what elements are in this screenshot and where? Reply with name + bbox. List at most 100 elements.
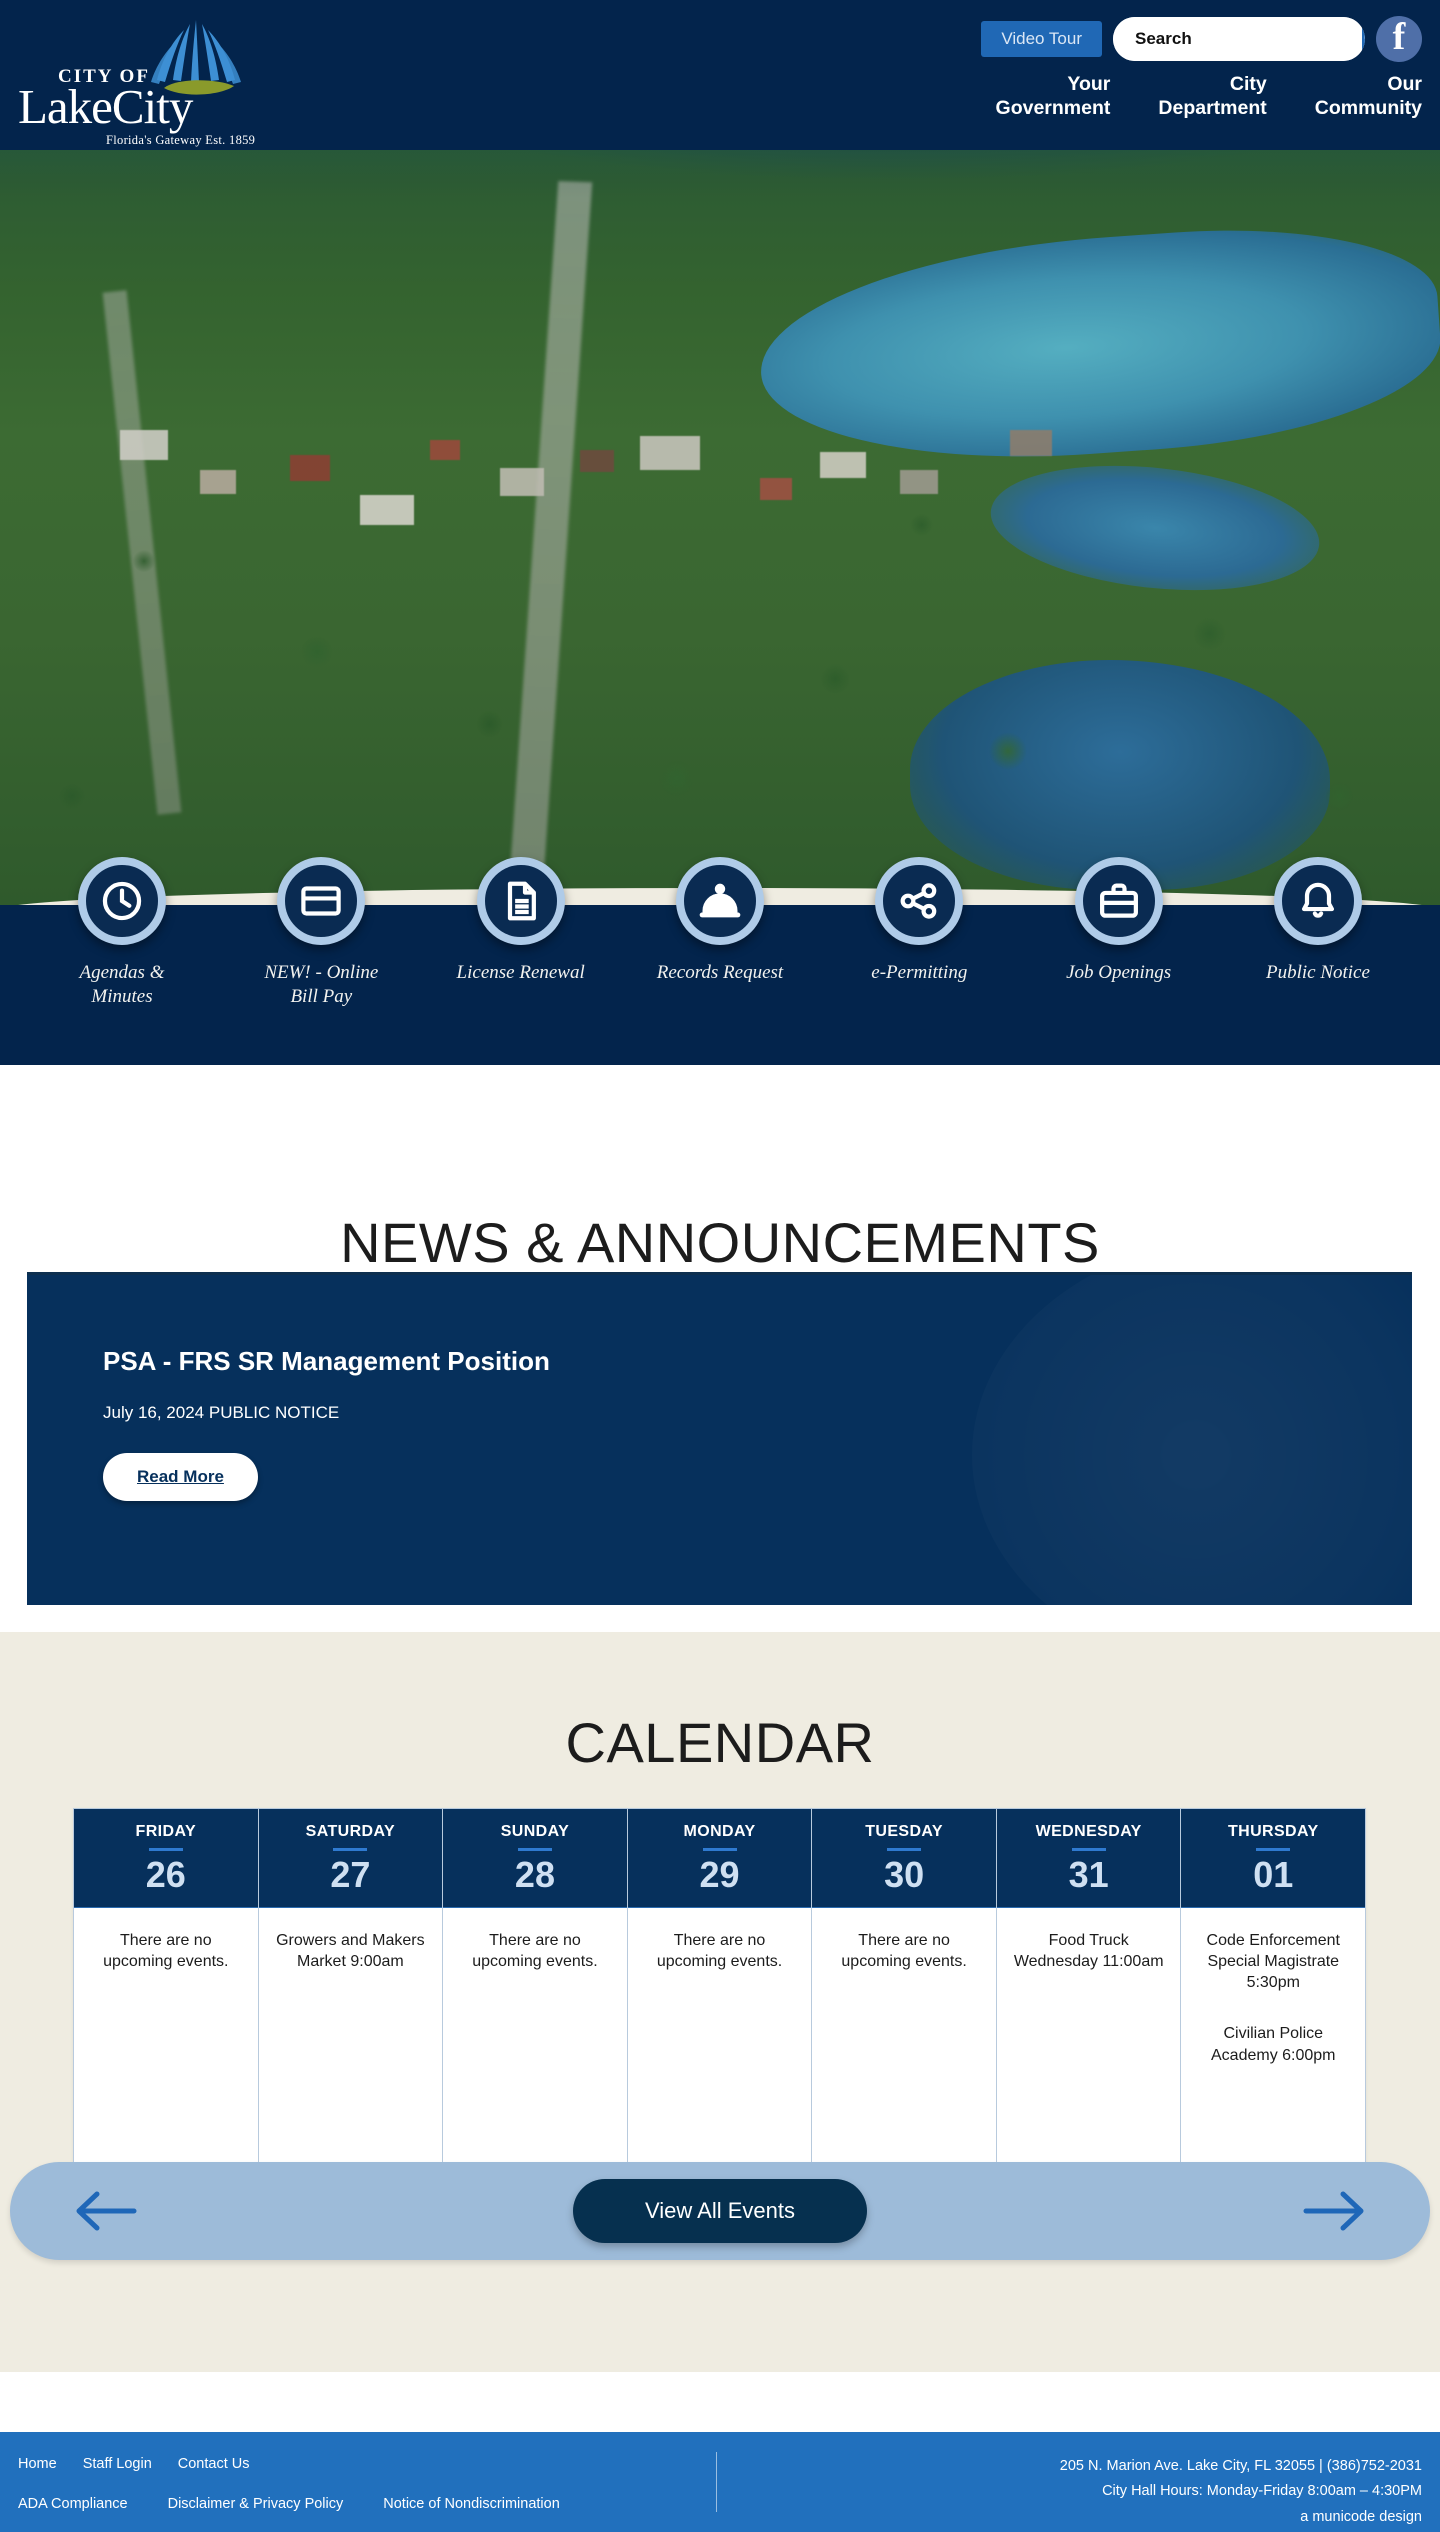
calendar-day-number: 26 — [145, 1854, 186, 1895]
footer-contact-info: 205 N. Marion Ave. Lake City, FL 32055 |… — [1060, 2454, 1422, 2530]
calendar-day-header: TUESDAY 30 — [812, 1809, 996, 1908]
arrow-left-icon — [76, 2191, 137, 2231]
quicklink-license-renewal[interactable]: License Renewal — [437, 857, 605, 1010]
calendar-event: There are no upcoming events. — [656, 1931, 783, 1970]
quicklink-label: e-Permitting — [871, 962, 968, 983]
calendar-day-name: SATURDAY — [305, 1823, 396, 1840]
nav-line-2: Department — [1158, 96, 1267, 119]
footer-link-contact-us[interactable]: Contact Us — [178, 2456, 250, 2472]
nav-item-our-community[interactable]: Our Community — [1267, 73, 1422, 121]
nav-line-2: Government — [995, 96, 1111, 119]
site-logo[interactable]: CITY OF LakeCity Florida's Gateway Est. … — [10, 6, 270, 148]
news-card[interactable]: PSA - FRS SR Management Position July 16… — [27, 1272, 1412, 1605]
footer-link-staff-login[interactable]: Staff Login — [83, 2456, 152, 2472]
calendar-event[interactable]: Growers and Makers Market 9:00am — [271, 1930, 431, 1973]
facebook-icon: f — [1392, 16, 1406, 58]
quicklink-agendas-minutes[interactable]: Agendas & Minutes — [38, 857, 206, 1010]
quicklink-job-openings[interactable]: Job Openings — [1035, 857, 1203, 1010]
quicklink-icon-badge — [476, 857, 565, 945]
search-box[interactable] — [1113, 17, 1365, 61]
nav-item-your-government[interactable]: Your Government — [948, 73, 1111, 121]
calendar-day-events: Growers and Makers Market 9:00am — [259, 1908, 443, 2185]
calendar-day-column[interactable]: TUESDAY 30 There are no upcoming events. — [812, 1809, 997, 2185]
calendar-day-name: FRIDAY — [135, 1823, 197, 1840]
calendar-event[interactable]: Code Enforcement Special Magistrate 5:30… — [1193, 1930, 1353, 1994]
calendar-week-grid: FRIDAY 26 There are no upcoming events. … — [73, 1808, 1366, 2186]
calendar-day-header: WEDNESDAY 31 — [996, 1809, 1181, 1908]
search-submit-button[interactable] — [1362, 17, 1365, 61]
footer-links: Home Staff Login Contact Us ADA Complian… — [18, 2456, 708, 2512]
calendar-day-events: There are no upcoming events. — [443, 1908, 627, 2185]
arrow-right-icon — [1303, 2191, 1364, 2231]
calendar-day-name: SUNDAY — [500, 1823, 570, 1840]
footer-hours: City Hall Hours: Monday-Friday 8:00am – … — [1102, 2483, 1422, 2500]
logo-lake-city: LakeCity — [18, 79, 193, 134]
quicklink-icon-badge — [277, 857, 366, 945]
quicklink-label: Records Request — [656, 962, 784, 983]
news-section: NEWS & ANNOUNCEMENTS PSA - FRS SR Manage… — [0, 1065, 1440, 1632]
site-header: CITY OF LakeCity Florida's Gateway Est. … — [0, 0, 1440, 150]
document-icon — [507, 881, 536, 921]
footer-address: 205 N. Marion Ave. Lake City, FL 32055 |… — [1059, 2458, 1422, 2474]
quicklink-icon-badge — [675, 857, 764, 945]
quicklink-records-request[interactable]: Records Request — [636, 857, 804, 1010]
calendar-day-events: There are no upcoming events. — [812, 1908, 996, 2185]
calendar-day-column[interactable]: WEDNESDAY 31 Food Truck Wednesday 11:00a… — [996, 1809, 1182, 2185]
calendar-next-button[interactable] — [1302, 2185, 1368, 2237]
calendar-day-column[interactable]: THURSDAY 01 Code Enforcement Special Mag… — [1181, 1809, 1366, 2185]
footer-link-nondiscrimination[interactable]: Notice of Nondiscrimination — [383, 2496, 560, 2512]
calendar-header-rule — [1256, 1848, 1291, 1851]
footer-link-ada-compliance[interactable]: ADA Compliance — [18, 2496, 128, 2512]
bell-icon — [1301, 882, 1335, 918]
facebook-button[interactable]: f — [1376, 16, 1422, 62]
calendar-day-name: WEDNESDAY — [1035, 1823, 1142, 1840]
service-bell-icon — [699, 883, 741, 918]
homepage: CITY OF LakeCity Florida's Gateway Est. … — [0, 0, 1440, 2532]
calendar-day-events: Food Truck Wednesday 11:00am — [997, 1908, 1181, 2185]
quicklink-icon-badge — [875, 857, 964, 945]
calendar-prev-button[interactable] — [72, 2185, 138, 2237]
calendar-section-title: CALENDAR — [565, 1711, 875, 1774]
calendar-day-events: Code Enforcement Special Magistrate 5:30… — [1181, 1908, 1365, 2185]
video-tour-button[interactable]: Video Tour — [981, 21, 1102, 57]
quicklink-icon-badge — [1273, 857, 1362, 945]
quicklink-label-line2: Bill Pay — [290, 986, 353, 1008]
clock-icon — [102, 881, 142, 921]
logo-wordmark: CITY OF LakeCity Florida's Gateway Est. … — [18, 66, 268, 148]
footer-link-home[interactable]: Home — [18, 2456, 57, 2472]
calendar-event[interactable]: Food Truck Wednesday 11:00am — [1009, 1930, 1169, 1973]
calendar-day-column[interactable]: SUNDAY 28 There are no upcoming events. — [443, 1809, 628, 2185]
calendar-day-column[interactable]: MONDAY 29 There are no upcoming events. — [627, 1809, 813, 2185]
calendar-header-rule — [702, 1848, 737, 1851]
calendar-day-number: 28 — [514, 1854, 555, 1895]
read-more-button[interactable]: Read More — [103, 1453, 258, 1501]
calendar-day-number: 31 — [1068, 1854, 1109, 1895]
nav-item-city-department[interactable]: City Department — [1110, 73, 1266, 121]
quicklink-label-line1: NEW! - Online — [264, 962, 379, 983]
quicklink-icon-badge — [78, 857, 166, 945]
news-headline: PSA - FRS SR Management Position — [103, 1346, 550, 1376]
quicklink-online-bill-pay[interactable]: NEW! - Online Bill Pay — [237, 857, 405, 1010]
calendar-event: There are no upcoming events. — [472, 1931, 598, 1970]
logo-tagline: Florida's Gateway Est. 1859 — [106, 132, 256, 147]
view-all-events-button[interactable]: View All Events — [572, 2179, 867, 2243]
calendar-event[interactable]: Civilian Police Academy 6:00pm — [1193, 2023, 1353, 2066]
quicklink-icon-badge — [1074, 857, 1163, 945]
header-utility-row: Video Tour f — [981, 16, 1422, 62]
quicklink-public-notice[interactable]: Public Notice — [1234, 857, 1402, 1010]
quicklink-label: NEW! - Online Bill Pay — [264, 961, 378, 1010]
quicklink-epermitting[interactable]: e-Permitting — [835, 857, 1003, 1010]
search-input[interactable] — [1113, 17, 1362, 61]
footer-credit[interactable]: a municode design — [1060, 2505, 1422, 2530]
calendar-day-column[interactable]: SATURDAY 27 Growers and Makers Market 9:… — [258, 1809, 444, 2185]
news-section-title: NEWS & ANNOUNCEMENTS — [340, 1211, 1100, 1274]
briefcase-icon — [1099, 883, 1138, 918]
nav-line-1: Our — [1387, 73, 1422, 95]
calendar-day-number: 30 — [884, 1854, 925, 1895]
nav-line-1: Your — [1067, 73, 1111, 95]
footer-link-disclaimer-privacy[interactable]: Disclaimer & Privacy Policy — [168, 2496, 344, 2512]
calendar-day-column[interactable]: FRIDAY 26 There are no upcoming events. — [74, 1809, 259, 2185]
quicklink-label: License Renewal — [456, 962, 585, 983]
calendar-header-rule — [1071, 1848, 1106, 1851]
calendar-header-rule — [148, 1848, 183, 1851]
